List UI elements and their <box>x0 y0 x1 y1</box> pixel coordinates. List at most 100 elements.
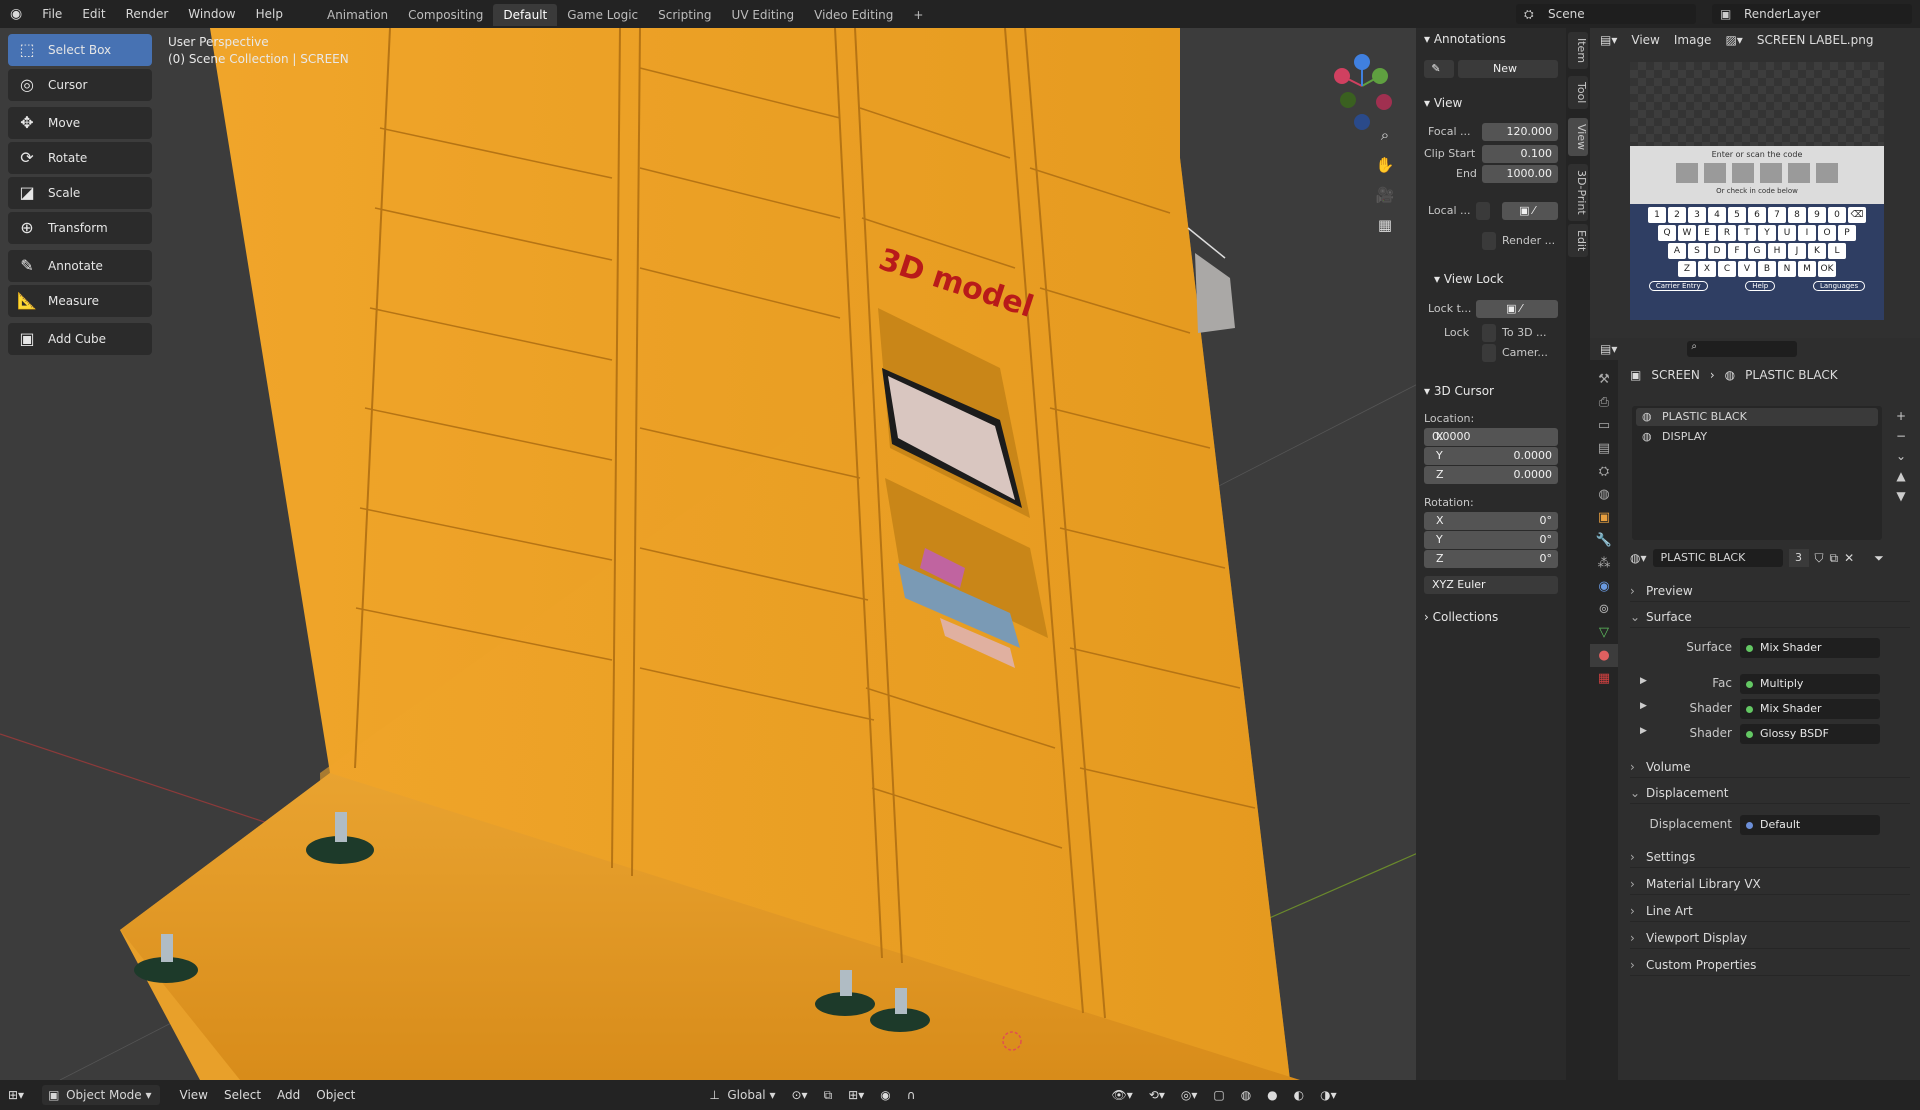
tab-default[interactable]: Default <box>493 4 558 26</box>
slot-display[interactable]: ◍ DISPLAY <box>1636 428 1878 446</box>
image-browse-icon[interactable]: ▨▾ <box>1725 33 1742 47</box>
zoom-icon[interactable]: ⌕ <box>1374 120 1396 150</box>
add-workspace-icon[interactable]: + <box>903 4 933 26</box>
filter-icon[interactable]: ⏷ <box>1874 551 1884 566</box>
viewport-display-section[interactable]: › Viewport Display <box>1630 927 1910 949</box>
properties-search[interactable]: ⌕ <box>1687 341 1798 357</box>
snap-target-icon[interactable]: ⊞▾ <box>840 1088 872 1102</box>
menu-add[interactable]: Add <box>269 1088 308 1102</box>
tab-tool[interactable]: Tool <box>1568 76 1588 110</box>
settings-section[interactable]: › Settings <box>1630 846 1910 868</box>
physics-props-icon[interactable]: ◉ <box>1590 575 1618 598</box>
snap-icon[interactable]: ⧉ <box>816 1088 841 1103</box>
surface-shader-field[interactable]: Mix Shader <box>1740 638 1880 658</box>
scene-props-icon[interactable]: ⛭ <box>1590 460 1618 483</box>
annotations-header[interactable]: ▾ Annotations <box>1416 28 1566 50</box>
3d-cursor-header[interactable]: ▾ 3D Cursor <box>1416 380 1494 402</box>
cursor-rot-y[interactable]: Y 0° <box>1424 531 1558 549</box>
camera-icon[interactable]: 🎥 <box>1374 180 1396 210</box>
menu-image[interactable]: Image <box>1674 33 1712 47</box>
overlay-icon[interactable]: ◎▾ <box>1173 1088 1206 1102</box>
mode-dropdown[interactable]: ▣ Object Mode ▾ <box>42 1085 160 1105</box>
fake-user-icon[interactable]: ⛉ <box>1815 551 1824 566</box>
cursor-loc-y[interactable]: Y 0.0000 <box>1424 447 1558 465</box>
transform-orientation-dropdown[interactable]: ⊥ Global ▾ <box>703 1085 783 1105</box>
blender-logo-icon[interactable]: ◉ <box>0 0 32 28</box>
tab-game-logic[interactable]: Game Logic <box>557 4 648 26</box>
solid-shading-icon[interactable]: ● <box>1259 1088 1285 1102</box>
surface-section[interactable]: ⌄ Surface <box>1630 606 1910 628</box>
tool-select-box[interactable]: ⬚ Select Box <box>8 34 152 66</box>
rendered-shading-icon[interactable]: ◑▾ <box>1312 1088 1345 1102</box>
editor-type-icon[interactable]: ▤▾ <box>1600 342 1617 356</box>
render-props-icon[interactable]: ⎙ <box>1590 391 1618 414</box>
collections-header[interactable]: › Collections <box>1416 606 1498 628</box>
tab-item[interactable]: Item <box>1568 32 1588 70</box>
end-field[interactable]: 1000.00 <box>1482 165 1558 183</box>
tool-annotate[interactable]: ✎ Annotate <box>8 250 152 282</box>
lock-to-object-field[interactable]: ▣ ⁄ <box>1476 300 1558 318</box>
tab-uv-editing[interactable]: UV Editing <box>722 4 805 26</box>
view-header[interactable]: ▾ View <box>1416 92 1462 114</box>
tab-compositing[interactable]: Compositing <box>398 4 493 26</box>
material-browse-icon[interactable]: ◍▾ <box>1630 551 1647 565</box>
lock-to-3d-cursor-checkbox[interactable] <box>1482 324 1496 342</box>
add-slot-button[interactable]: + <box>1892 406 1910 426</box>
displacement-section[interactable]: ⌄ Displacement <box>1630 782 1910 804</box>
cursor-rot-x[interactable]: X 0° <box>1424 512 1558 530</box>
material-library-section[interactable]: › Material Library VX <box>1630 873 1910 895</box>
proportional-edit-icon[interactable]: ◉ <box>872 1088 898 1102</box>
tab-view[interactable]: View <box>1568 118 1588 157</box>
editor-type-icon[interactable]: ▤▾ <box>1600 33 1617 47</box>
gizmo-icon[interactable]: ⟲▾ <box>1141 1088 1173 1102</box>
menu-object[interactable]: Object <box>308 1088 363 1102</box>
tool-props-icon[interactable]: ⚒ <box>1590 368 1618 391</box>
hand-icon[interactable]: ✋ <box>1374 150 1396 180</box>
material-users-count[interactable]: 3 <box>1788 549 1809 567</box>
lock-camera-checkbox[interactable] <box>1482 344 1496 362</box>
menu-view[interactable]: View <box>172 1088 216 1102</box>
slot-menu-chevron-down-icon[interactable]: ⌄ <box>1892 446 1910 466</box>
remove-slot-button[interactable]: − <box>1892 426 1910 446</box>
cursor-rot-z[interactable]: Z 0° <box>1424 550 1558 568</box>
slot-plastic-black[interactable]: ◍ PLASTIC BLACK <box>1636 408 1878 426</box>
menu-edit[interactable]: Edit <box>72 0 115 28</box>
constraints-props-icon[interactable]: ⊚ <box>1590 598 1618 621</box>
line-art-section[interactable]: › Line Art <box>1630 900 1910 922</box>
shader1-field[interactable]: Mix Shader <box>1740 699 1880 719</box>
grid-icon[interactable]: ▦ <box>1374 210 1396 240</box>
visibility-icon[interactable]: 👁▾ <box>1104 1088 1141 1102</box>
custom-properties-section[interactable]: › Custom Properties <box>1630 954 1910 976</box>
material-selector[interactable]: ◍▾ PLASTIC BLACK 3 ⛉ ⧉ ✕ ⏷ <box>1630 548 1900 568</box>
render-layer-selector[interactable]: ▣ RenderLayer <box>1712 4 1912 24</box>
image-editor[interactable]: ▤▾ View Image ▨▾ SCREEN LABEL.png Enter … <box>1590 28 1920 338</box>
tab-animation[interactable]: Animation <box>317 4 398 26</box>
tool-transform[interactable]: ⊕ Transform <box>8 212 152 244</box>
tab-video-editing[interactable]: Video Editing <box>804 4 903 26</box>
modifier-props-icon[interactable]: 🔧 <box>1590 529 1618 552</box>
move-up-icon[interactable]: ▲ <box>1892 466 1910 486</box>
move-down-icon[interactable]: ▼ <box>1892 486 1910 506</box>
view-lock-header[interactable]: ▾ View Lock <box>1426 268 1504 290</box>
cursor-loc-x[interactable]: X 0.0000 <box>1424 428 1558 446</box>
local-camera-checkbox[interactable] <box>1476 202 1490 220</box>
cursor-loc-z[interactable]: Z 0.0000 <box>1424 466 1558 484</box>
displacement-field[interactable]: Default <box>1740 815 1880 835</box>
camera-picker[interactable]: ▣ ⁄ <box>1502 202 1558 220</box>
editor-type-icon[interactable]: ⊞▾ <box>0 1088 32 1102</box>
tool-scale[interactable]: ◪ Scale <box>8 177 152 209</box>
menu-select[interactable]: Select <box>216 1088 269 1102</box>
world-props-icon[interactable]: ◍ <box>1590 483 1618 506</box>
volume-section[interactable]: › Volume <box>1630 756 1910 778</box>
menu-file[interactable]: File <box>32 0 72 28</box>
menu-window[interactable]: Window <box>178 0 245 28</box>
rotation-mode-dropdown[interactable]: XYZ Euler <box>1424 576 1558 594</box>
clip-start-field[interactable]: 0.100 <box>1482 145 1558 163</box>
tab-3d-print[interactable]: 3D-Print <box>1568 164 1588 221</box>
tool-cursor[interactable]: ◎ Cursor <box>8 69 152 101</box>
tool-move[interactable]: ✥ Move <box>8 107 152 139</box>
menu-render[interactable]: Render <box>116 0 179 28</box>
wireframe-shading-icon[interactable]: ◍ <box>1233 1088 1259 1102</box>
annotation-mode-icon[interactable]: ✎ <box>1424 60 1454 78</box>
3d-viewport[interactable]: 3D model User Perspective (0) Scene Coll… <box>0 28 1566 1080</box>
